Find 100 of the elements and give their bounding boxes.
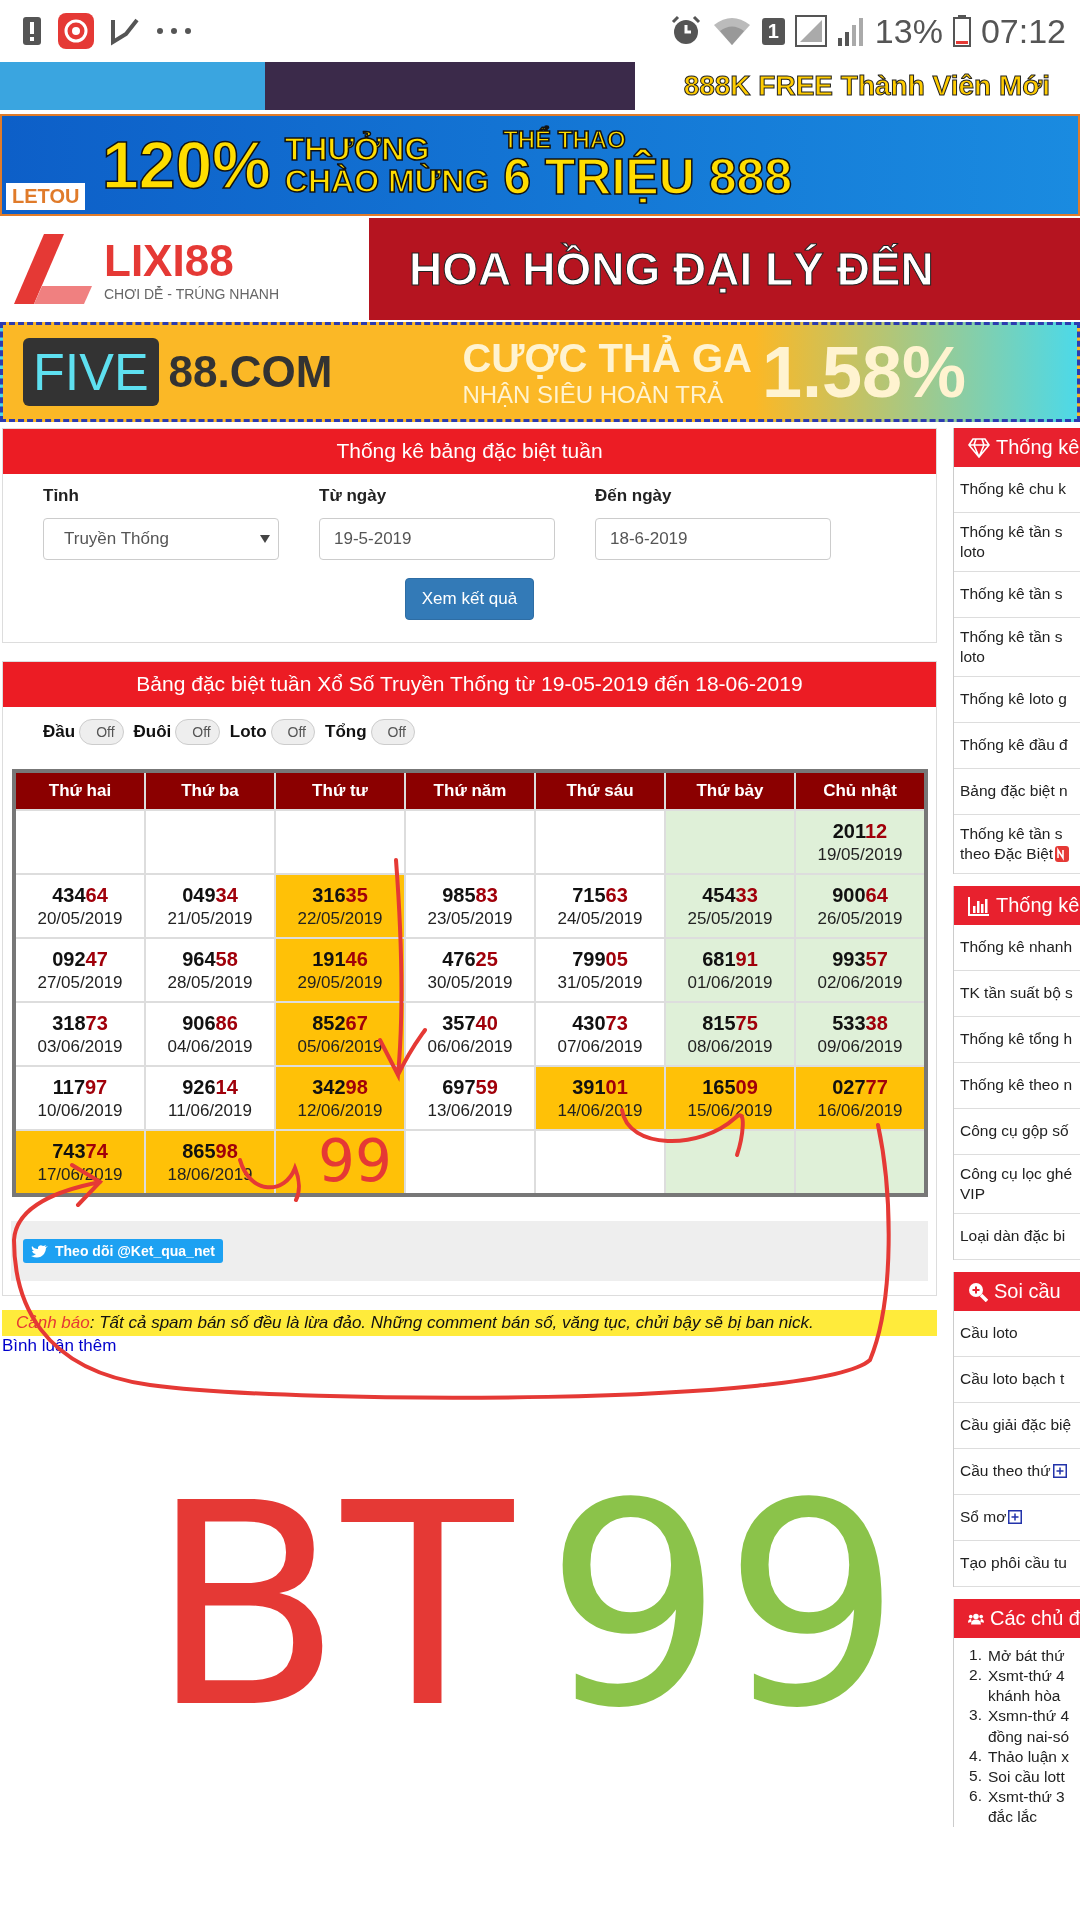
table-cell: 11797 10/06/2019 <box>16 1067 144 1129</box>
toggle-switch[interactable]: Off <box>370 719 415 745</box>
sidebar-link[interactable]: Thống kê nhanh <box>954 925 1080 971</box>
column-header: Chủ nhật <box>796 773 924 809</box>
sidebar-link[interactable]: Sổ mơ <box>954 1495 1080 1541</box>
banner-text: CƯỢC THẢ GA <box>462 335 752 381</box>
table-cell: 99357 02/06/2019 <box>796 939 924 1001</box>
table-cell: 20112 19/05/2019 <box>796 811 924 873</box>
banner-text: 120% <box>102 132 271 198</box>
table-cell: 68191 01/06/2019 <box>666 939 794 1001</box>
topic-link[interactable]: Mở bát thứ <box>988 1646 1065 1667</box>
submit-button[interactable]: Xem kết quả <box>404 578 535 620</box>
list-number: 6. <box>968 1787 982 1806</box>
sidebar-link[interactable]: Thống kê tổng h <box>954 1017 1080 1063</box>
table-cell: 04934 21/05/2019 <box>146 875 274 937</box>
table-cell: 31635 22/05/2019 <box>276 875 404 937</box>
table-cell: 45433 25/05/2019 <box>666 875 794 937</box>
banner-text: CHƠI DỄ - TRÚNG NHANH <box>104 286 280 302</box>
alarm-icon <box>669 15 702 47</box>
toggle-switch[interactable]: Off <box>175 719 220 745</box>
topic-link[interactable]: Soi cầu lott <box>988 1766 1065 1787</box>
sidebar-link[interactable]: Cầu loto <box>954 1311 1080 1357</box>
sidebar-link[interactable]: Thống kê tần s <box>954 572 1080 618</box>
column-header: Thứ sáu <box>536 773 664 809</box>
date-field[interactable]: 19-5-2019 <box>319 518 555 560</box>
logo-icon <box>14 234 94 304</box>
topic-link[interactable]: Xsmn-thứ 4 đồng nai-só <box>988 1706 1069 1747</box>
table-cell: 53338 09/06/2019 <box>796 1003 924 1065</box>
signal-icon <box>836 16 865 46</box>
sidebar-link[interactable]: Thống kê tần s theo Đặc Biệt <box>954 815 1080 874</box>
sidebar-link[interactable]: Cầu loto bạch t <box>954 1357 1080 1403</box>
table-cell: 43073 07/06/2019 <box>536 1003 664 1065</box>
banner-logo: FIVE <box>23 338 159 406</box>
table-cell: 79905 31/05/2019 <box>536 939 664 1001</box>
sidebar-link[interactable]: Cầu theo thứ <box>954 1449 1080 1495</box>
check-icon <box>110 16 140 46</box>
topic-link[interactable]: Thảo luận x <box>988 1746 1069 1767</box>
sidebar-link[interactable]: Thống kê tần s loto <box>954 513 1080 572</box>
panel-title: Bảng đặc biệt tuần Xổ Số Truyền Thống từ 19-05-2019 đến 18-06-2019 <box>3 662 936 707</box>
sidebar-link[interactable]: Thống kê đầu đ <box>954 723 1080 769</box>
sidebar-link[interactable]: Cầu giải đặc biệ <box>954 1403 1080 1449</box>
handwritten-note: 99 <box>545 1480 902 1732</box>
sidebar-link[interactable]: Thống kê loto g <box>954 677 1080 723</box>
table-cell: 09247 27/05/2019 <box>16 939 144 1001</box>
alert-icon <box>22 16 42 46</box>
table-cell: 69759 13/06/2019 <box>406 1067 534 1129</box>
sidebar-link[interactable]: Bảng đặc biệt n <box>954 769 1080 815</box>
app-icon <box>58 13 94 49</box>
sidebar-link[interactable]: Công cụ gộp số <box>954 1109 1080 1155</box>
table-cell: 85267 05/06/2019 <box>276 1003 404 1065</box>
field-label: Từ ngày <box>319 486 388 506</box>
sidebar-header: Thống kê <box>954 428 1080 467</box>
sidebar-link[interactable]: Thống kê tần s loto <box>954 618 1080 677</box>
province-select[interactable]: Truyền Thống <box>43 518 279 560</box>
handwritten-note: 99 <box>318 1134 392 1190</box>
sidebar-link[interactable]: Thống kê chu k <box>954 467 1080 513</box>
sim-badge: 1 <box>761 17 785 45</box>
table-cell: 19146 29/05/2019 <box>276 939 404 1001</box>
sidebar-link[interactable]: Tạo phôi cầu tu <box>954 1541 1080 1587</box>
topic-link[interactable]: Xsmt-thứ 4 khánh hòa <box>988 1666 1065 1707</box>
banner-text: 1.58% <box>761 331 967 413</box>
banner-text: HOA HỒNG ĐẠI LÝ ĐẾN <box>409 242 934 296</box>
field-label: Tỉnh <box>43 486 80 506</box>
caret-icon <box>260 535 270 543</box>
table-cell: 90686 04/06/2019 <box>146 1003 274 1065</box>
sidebar-link[interactable]: Thống kê theo n <box>954 1063 1080 1109</box>
sidebar-header: Thống kê <box>954 886 1080 925</box>
sidebar-link[interactable]: Loại dàn đặc bi <box>954 1214 1080 1260</box>
banner-text: NHẬN SIÊU HOÀN TRẢ <box>462 380 725 409</box>
banner-text: THỂ THAO <box>503 128 626 152</box>
table-cell: 90064 26/05/2019 <box>796 875 924 937</box>
battery-icon <box>952 15 971 47</box>
list-number: 3. <box>968 1706 982 1726</box>
banner-logo: LETOU <box>6 183 86 210</box>
toggle-switch[interactable]: Off <box>270 719 315 745</box>
table-cell: 39101 14/06/2019 <box>536 1067 664 1129</box>
list-number: 5. <box>968 1766 982 1786</box>
field-label: Đến ngày <box>595 486 673 506</box>
sidebar-link[interactable]: TK tần suất bộ s <box>954 971 1080 1017</box>
panel-title: Thống kê bảng đặc biệt tuần <box>3 429 936 474</box>
more-icon <box>156 27 192 35</box>
bar-chart-icon <box>968 895 990 916</box>
banner-text: 888K FREE Thành Viên Mới <box>682 70 1051 102</box>
sidebar-link[interactable]: Công cụ lọc ghé VIP <box>954 1155 1080 1214</box>
toggle-label: Đuôi <box>133 722 172 742</box>
clock-time: 07:12 <box>980 11 1066 51</box>
battery-percent: 13% <box>874 11 943 51</box>
column-header: Thứ tư <box>276 773 404 809</box>
table-cell: 35740 06/06/2019 <box>406 1003 534 1065</box>
table-cell: 81575 08/06/2019 <box>666 1003 794 1065</box>
table-cell: 47625 30/05/2019 <box>406 939 534 1001</box>
toggle-switch[interactable]: Off <box>79 719 124 745</box>
column-header: Thứ bảy <box>666 773 794 809</box>
table-cell: 16509 15/06/2019 <box>666 1067 794 1129</box>
topic-link[interactable]: Xsmt-thứ 3 đắc lắc <box>988 1787 1065 1828</box>
table-cell: 31873 03/06/2019 <box>16 1003 144 1065</box>
column-header: Thứ năm <box>406 773 534 809</box>
diamond-icon <box>968 437 990 458</box>
column-header: Thứ hai <box>16 773 144 809</box>
date-field[interactable]: 18-6-2019 <box>595 518 831 560</box>
